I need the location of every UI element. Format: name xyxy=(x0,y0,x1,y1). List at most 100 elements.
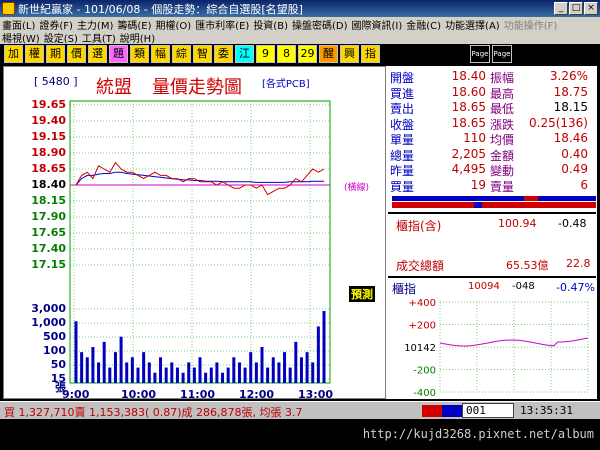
page-button-0[interactable]: Page xyxy=(470,45,490,63)
menu-bar-main: 畫面(L) 證券(F) 主力(M) 籌碼(E) 期權(O) 匯市利率(E) 投資(B) 操盤密… xyxy=(0,17,600,32)
window-title: 新世紀贏家 - 101/06/08 - 個股走勢：綜合自選股[名望股] xyxy=(18,3,303,16)
quick-toolbar: 加權期價選題類幅綜智委江 9 8 29 醒興指 Page Page xyxy=(0,44,600,64)
quote-l2-5: 金額 xyxy=(490,148,515,163)
toolbar-button-15[interactable]: 醒 xyxy=(319,45,338,63)
index-change: -0.48 xyxy=(558,217,587,230)
volume-bar xyxy=(322,311,326,383)
toolbar-button-8[interactable]: 綜 xyxy=(172,45,191,63)
turnover-extra: 22.8 xyxy=(566,257,591,270)
toolbar-button-1[interactable]: 權 xyxy=(25,45,44,63)
toolbar-button-7[interactable]: 幅 xyxy=(151,45,170,63)
menu2-1[interactable]: 設定(S) xyxy=(42,30,80,45)
volume-bar xyxy=(85,357,89,383)
otc-index-box: 櫃指(含) 100.94 -0.48 成交總額 65.53億 22.8 xyxy=(388,212,596,273)
quote-v2-4: 18.46 xyxy=(553,131,588,145)
mini-tick-label: +400 xyxy=(409,298,436,309)
volume-bar xyxy=(192,367,196,383)
volume-bar xyxy=(130,357,134,383)
toolbar-button-6[interactable]: 類 xyxy=(130,45,149,63)
toolbar-button-16[interactable]: 興 xyxy=(340,45,359,63)
toolbar-button-9[interactable]: 智 xyxy=(193,45,212,63)
volume-bar xyxy=(283,352,287,383)
volume-bar xyxy=(294,341,298,383)
quote-v1-4: 110 xyxy=(463,131,486,145)
volume-bar xyxy=(91,347,95,383)
code-input[interactable]: 001 xyxy=(462,403,514,418)
quote-v1-1: 18.60 xyxy=(451,84,486,99)
volume-bar xyxy=(221,372,225,383)
volume-bar xyxy=(277,362,281,383)
bid-ask-bar xyxy=(388,195,596,209)
index-value: 100.94 xyxy=(498,217,537,230)
mini-tick-label: 10142 xyxy=(404,343,436,354)
volume-bar xyxy=(311,362,315,383)
volume-bar xyxy=(102,341,106,383)
quote-v1-6: 4,495 xyxy=(451,162,486,176)
toolbar-button-3[interactable]: 價 xyxy=(67,45,86,63)
quote-l2-4: 均價 xyxy=(490,133,515,147)
status-indicator xyxy=(422,405,462,417)
volume-bar xyxy=(226,367,230,383)
estimate-button[interactable]: 預測 xyxy=(349,286,375,302)
volume-bar xyxy=(170,362,174,383)
volume-bar xyxy=(80,352,84,383)
turnover-label: 成交總額 xyxy=(396,259,445,273)
quote-l1-4: 單量 xyxy=(390,133,415,147)
volume-bar xyxy=(237,362,241,383)
volume-bar xyxy=(147,362,151,383)
volume-bar xyxy=(97,362,101,383)
toolbar-button-10[interactable]: 委 xyxy=(214,45,233,63)
toolbar-button-11[interactable]: 江 xyxy=(235,45,254,63)
toolbar-button-17[interactable]: 指 xyxy=(361,45,380,63)
menu2-2[interactable]: 工具(T) xyxy=(80,30,118,45)
maximize-button[interactable]: □ xyxy=(569,2,583,15)
quote-l1-0: 開盤 xyxy=(390,71,415,85)
quote-v1-2: 18.65 xyxy=(451,100,486,114)
close-button[interactable]: × xyxy=(584,2,598,15)
volume-bar xyxy=(266,367,270,383)
toolbar-button-12[interactable]: 9 xyxy=(256,45,275,63)
quote-v2-6: 0.49 xyxy=(561,162,588,176)
toolbar-button-4[interactable]: 選 xyxy=(88,45,107,63)
watermark-url: http://kujd3268.pixnet.net/album xyxy=(362,427,594,441)
quote-v1-0: 18.40 xyxy=(451,69,486,83)
toolbar-button-5[interactable]: 題 xyxy=(109,45,128,63)
toolbar-button-13[interactable]: 8 xyxy=(277,45,296,63)
quote-v1-5: 2,205 xyxy=(451,146,486,161)
quote-v2-1: 18.75 xyxy=(553,84,588,99)
quote-l1-7: 買量 xyxy=(390,179,415,194)
quote-v2-2: 18.15 xyxy=(553,100,588,114)
bottom-strip: http://kujd3268.pixnet.net/album xyxy=(0,419,600,450)
toolbar-button-2[interactable]: 期 xyxy=(46,45,65,63)
quote-l1-2: 賣出 xyxy=(390,102,415,116)
volume-bar xyxy=(113,352,117,383)
volume-bar xyxy=(204,372,208,383)
mini-index-chart[interactable]: 櫃指 10094 -048 -0.47% +400 +200 10142 -200 -4… xyxy=(388,276,596,398)
volume-bar xyxy=(254,362,258,383)
ask-bar-bottom xyxy=(392,202,596,208)
volume-bar xyxy=(175,367,179,383)
price-line xyxy=(75,161,325,196)
price-volume-chart[interactable] xyxy=(4,67,387,400)
volume-bar xyxy=(159,357,163,383)
quote-l2-1: 最高 xyxy=(490,86,515,101)
mini-tick-label: +200 xyxy=(409,321,436,332)
mini-tick-label: -200 xyxy=(413,366,436,377)
app-icon xyxy=(2,2,15,15)
quote-l1-1: 買進 xyxy=(390,86,415,101)
quote-l2-7: 賣量 xyxy=(490,179,515,194)
ask-bar-top xyxy=(524,196,538,201)
quote-l2-0: 振幅 xyxy=(490,71,515,85)
avg-price-line xyxy=(75,171,324,186)
quote-v2-3: 0.25(136) xyxy=(529,115,588,130)
volume-bar xyxy=(271,357,275,383)
quote-l1-6: 昨量 xyxy=(390,164,415,178)
toolbar-button-0[interactable]: 加 xyxy=(4,45,23,63)
quote-l2-6: 變動 xyxy=(490,164,515,178)
menu2-0[interactable]: 楊視(W) xyxy=(0,30,42,45)
toolbar-button-14[interactable]: 29 xyxy=(298,45,317,63)
minimize-button[interactable]: _ xyxy=(554,2,568,15)
menu2-3[interactable]: 說明(H) xyxy=(118,30,157,45)
volume-bar xyxy=(74,321,78,383)
page-button-1[interactable]: Page xyxy=(492,45,512,63)
